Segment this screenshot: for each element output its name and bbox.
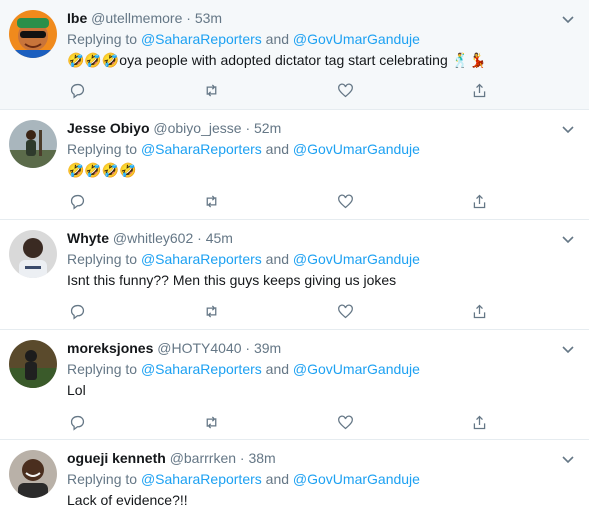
share-icon[interactable] xyxy=(469,412,489,432)
mention-link[interactable]: @GovUmarGanduje xyxy=(293,471,420,487)
reply-icon[interactable] xyxy=(67,412,87,432)
conjunction: and xyxy=(265,251,290,267)
tweet[interactable]: moreksjones @HOTY4040 · 39m Replying to … xyxy=(0,330,589,440)
timestamp[interactable]: 39m xyxy=(254,340,281,356)
retweet-icon[interactable] xyxy=(201,301,221,321)
chevron-down-icon[interactable] xyxy=(561,12,575,26)
user-handle[interactable]: @HOTY4040 xyxy=(157,340,241,356)
replying-to: Replying to @SaharaReporters and @GovUma… xyxy=(67,359,575,379)
tweet-actions xyxy=(67,412,487,432)
conjunction: and xyxy=(265,361,290,377)
user-handle[interactable]: @utellmemore xyxy=(91,10,182,26)
tweet-text: Lack of evidence?!! xyxy=(67,492,188,508)
tweet[interactable]: Whyte @whitley602 · 45m Replying to @Sah… xyxy=(0,220,589,330)
mention-link[interactable]: @SaharaReporters xyxy=(141,141,262,157)
avatar[interactable] xyxy=(9,230,57,278)
separator-dot: · xyxy=(197,230,202,246)
tweet[interactable]: Jesse Obiyo @obiyo_jesse · 52m Replying … xyxy=(0,110,589,220)
tweet-actions xyxy=(67,191,487,211)
timestamp[interactable]: 45m xyxy=(206,230,233,246)
avatar[interactable] xyxy=(9,340,57,388)
conjunction: and xyxy=(265,141,290,157)
tweet[interactable]: Ibe @utellmemore · 53m Replying to @Saha… xyxy=(0,0,589,110)
separator-dot: · xyxy=(239,450,245,466)
timestamp[interactable]: 53m xyxy=(195,10,222,26)
separator-dot: · xyxy=(186,10,191,26)
replying-to: Replying to @SaharaReporters and @GovUma… xyxy=(67,29,575,49)
mention-link[interactable]: @SaharaReporters xyxy=(141,361,262,377)
mention-link[interactable]: @SaharaReporters xyxy=(141,31,262,47)
chevron-down-icon[interactable] xyxy=(561,342,575,356)
replying-to: Replying to @SaharaReporters and @GovUma… xyxy=(67,469,575,489)
display-name[interactable]: Ibe xyxy=(67,10,87,26)
retweet-icon[interactable] xyxy=(201,80,221,100)
chevron-down-icon[interactable] xyxy=(561,452,575,466)
user-handle[interactable]: @whitley602 xyxy=(113,230,193,246)
user-handle[interactable]: @barrrken xyxy=(170,450,236,466)
mention-link[interactable]: @GovUmarGanduje xyxy=(293,251,420,267)
mention-link[interactable]: @SaharaReporters xyxy=(141,471,262,487)
share-icon[interactable] xyxy=(469,301,489,321)
replying-prefix: Replying to xyxy=(67,31,138,47)
timestamp[interactable]: 38m xyxy=(248,450,275,466)
avatar[interactable] xyxy=(9,450,57,498)
display-name[interactable]: Jesse Obiyo xyxy=(67,120,150,136)
replying-prefix: Replying to xyxy=(67,471,138,487)
display-name[interactable]: Whyte xyxy=(67,230,109,246)
tweet-text: 🤣🤣🤣🤣 xyxy=(67,162,137,178)
tweet-text: 🤣🤣🤣oya people with adopted dictator tag … xyxy=(67,52,487,68)
conjunction: and xyxy=(265,31,290,47)
like-icon[interactable] xyxy=(335,191,355,211)
tweet-actions xyxy=(67,301,487,321)
tweet-text: Isnt this funny?? Men this guys keeps gi… xyxy=(67,272,397,288)
reply-icon[interactable] xyxy=(67,191,87,211)
mention-link[interactable]: @GovUmarGanduje xyxy=(293,361,420,377)
mention-link[interactable]: @GovUmarGanduje xyxy=(293,31,420,47)
replying-prefix: Replying to xyxy=(67,251,138,267)
replying-prefix: Replying to xyxy=(67,361,138,377)
share-icon[interactable] xyxy=(469,191,489,211)
like-icon[interactable] xyxy=(335,301,355,321)
tweet-text: Lol xyxy=(67,382,86,398)
like-icon[interactable] xyxy=(335,412,355,432)
chevron-down-icon[interactable] xyxy=(561,232,575,246)
share-icon[interactable] xyxy=(469,80,489,100)
display-name[interactable]: moreksjones xyxy=(67,340,153,356)
reply-feed: Ibe @utellmemore · 53m Replying to @Saha… xyxy=(0,0,589,523)
separator-dot: · xyxy=(245,120,251,136)
chevron-down-icon[interactable] xyxy=(561,122,575,136)
conjunction: and xyxy=(265,471,290,487)
display-name[interactable]: ogueji kenneth xyxy=(67,450,166,466)
retweet-icon[interactable] xyxy=(201,412,221,432)
mention-link[interactable]: @GovUmarGanduje xyxy=(293,141,420,157)
retweet-icon[interactable] xyxy=(201,191,221,211)
separator-dot: · xyxy=(245,340,251,356)
replying-to: Replying to @SaharaReporters and @GovUma… xyxy=(67,249,575,269)
replying-prefix: Replying to xyxy=(67,141,138,157)
mention-link[interactable]: @SaharaReporters xyxy=(141,251,262,267)
timestamp[interactable]: 52m xyxy=(254,120,281,136)
avatar[interactable] xyxy=(9,10,57,58)
tweet[interactable]: ogueji kenneth @barrrken · 38m Replying … xyxy=(0,440,589,523)
reply-icon[interactable] xyxy=(67,80,87,100)
user-handle[interactable]: @obiyo_jesse xyxy=(153,120,241,136)
tweet-actions xyxy=(67,80,487,100)
avatar[interactable] xyxy=(9,120,57,168)
like-icon[interactable] xyxy=(335,80,355,100)
reply-icon[interactable] xyxy=(67,301,87,321)
replying-to: Replying to @SaharaReporters and @GovUma… xyxy=(67,139,575,159)
